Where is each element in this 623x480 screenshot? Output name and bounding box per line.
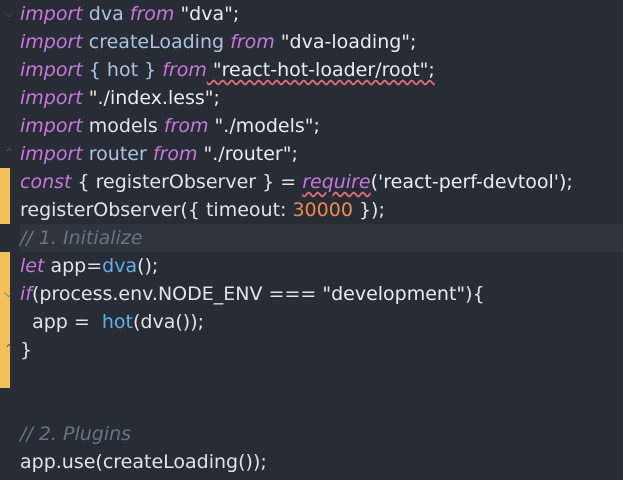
code-text: registerObserver({ timeout: (20, 199, 293, 221)
function-call: dva (102, 255, 138, 277)
code-line-empty[interactable] (20, 392, 623, 420)
keyword: import (20, 31, 83, 53)
string-literal: ('react-perf-devtool'); (370, 171, 573, 193)
code-line-require[interactable]: const { registerObserver } = require('re… (20, 168, 623, 196)
code-text: (dva()); (133, 311, 205, 333)
fold-icon[interactable]: ⌵ (4, 6, 13, 20)
code-line-import-router[interactable]: import router from "./router"; (20, 140, 623, 168)
keyword: import (20, 143, 83, 165)
code-line-empty[interactable] (20, 364, 623, 392)
code-line-comment-initialize[interactable]: // 1. Initialize (20, 224, 623, 252)
keyword: const (20, 171, 72, 193)
fold-icon[interactable]: ⌵ (4, 286, 13, 300)
code-text: app.use(createLoading()); (20, 451, 267, 473)
identifier: { hot } (82, 59, 163, 81)
identifier: createLoading (82, 31, 231, 53)
identifier: models (82, 115, 164, 137)
keyword: import (20, 87, 83, 109)
code-line-import-models[interactable]: import models from "./models"; (20, 112, 623, 140)
keyword: if (20, 283, 32, 305)
code-line-app-hot[interactable]: app = hot(dva()); (20, 308, 623, 336)
code-line-if[interactable]: if(process.env.NODE_ENV === "development… (20, 280, 623, 308)
keyword: let (20, 255, 45, 277)
fold-icon[interactable]: ⌃ (4, 146, 14, 160)
keyword: from (230, 31, 275, 53)
code-line-comment-plugins[interactable]: // 2. Plugins (20, 420, 623, 448)
number-literal: 30000 (292, 199, 353, 221)
keyword: import (20, 59, 83, 81)
string-literal: "dva"; (174, 3, 240, 25)
string-literal: "./router"; (197, 143, 298, 165)
identifier: dva (82, 3, 130, 25)
keyword: from (162, 59, 207, 81)
code-text: (); (137, 255, 159, 277)
change-marker (0, 252, 10, 388)
function-call: hot (101, 311, 134, 333)
code-line-register-observer[interactable]: registerObserver({ timeout: 30000 }); (20, 196, 623, 224)
code-line-let-app[interactable]: let app=dva(); (20, 252, 623, 280)
keyword: from (152, 143, 198, 165)
code-editor[interactable]: ⌵ ⌃ ⌵ ⌃ import dva from "dva"; import cr… (0, 0, 623, 480)
code-text: ){ (465, 283, 485, 305)
editor-gutter (0, 0, 14, 480)
string-literal: "./index.less"; (82, 87, 220, 109)
string-literal: "react-hot-loader/root"; (206, 59, 435, 81)
identifier: router (82, 143, 153, 165)
keyword: require (302, 171, 371, 193)
keyword: from (163, 115, 209, 137)
code-text: (process.env.NODE_ENV === (31, 283, 323, 305)
string-literal: "dva-loading"; (274, 31, 417, 53)
code-line-app-use[interactable]: app.use(createLoading()); (20, 448, 623, 476)
code-text: }); (352, 199, 385, 221)
code-line-import-dva[interactable]: import dva from "dva"; (20, 0, 623, 28)
keyword: from (129, 3, 175, 25)
keyword: import (20, 3, 83, 25)
code-text: app = (20, 311, 102, 333)
code-line-close-brace[interactable]: } (20, 336, 623, 364)
keyword: import (20, 115, 83, 137)
code-line-import-createloading[interactable]: import createLoading from "dva-loading"; (20, 28, 623, 56)
comment: // 2. Plugins (20, 423, 132, 445)
fold-icon[interactable]: ⌃ (4, 342, 14, 356)
comment: // 1. Initialize (20, 227, 143, 249)
code-text: app= (44, 255, 103, 277)
identifier: { registerObserver } = (71, 171, 303, 193)
string-literal: "development" (322, 283, 466, 305)
string-literal: "./models"; (208, 115, 320, 137)
code-line-import-less[interactable]: import "./index.less"; (20, 84, 623, 112)
change-marker (0, 168, 10, 224)
code-text: } (20, 339, 33, 361)
code-line-import-hot[interactable]: import { hot } from "react-hot-loader/ro… (20, 56, 623, 84)
